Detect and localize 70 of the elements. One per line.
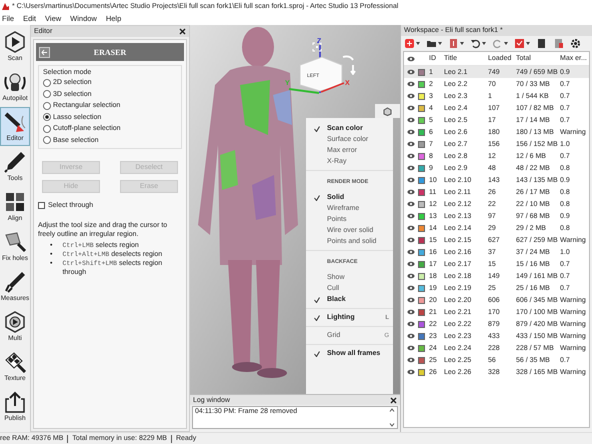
eye-icon[interactable] (406, 141, 415, 147)
check-icon (314, 296, 320, 302)
eye-icon[interactable] (406, 69, 415, 75)
scroll-up-icon[interactable] (389, 408, 395, 412)
radio-button[interactable] (43, 78, 51, 86)
eye-icon[interactable] (406, 309, 415, 315)
eye-icon[interactable] (406, 237, 415, 243)
upload-icon (4, 391, 26, 413)
settings-icon[interactable] (570, 38, 581, 49)
radio-button[interactable] (43, 113, 51, 121)
tool-title: ERASER (92, 48, 128, 56)
eye-icon[interactable] (406, 129, 415, 135)
eye-icon[interactable] (406, 56, 415, 62)
dropdown-caret-icon[interactable] (526, 42, 530, 45)
eye-icon[interactable] (406, 333, 415, 339)
checkbox[interactable] (38, 202, 45, 209)
eye-icon[interactable] (406, 93, 415, 99)
undo-icon[interactable] (470, 38, 481, 49)
eye-icon[interactable] (406, 117, 415, 123)
trowel-icon (4, 231, 26, 253)
knife-icon (4, 151, 26, 173)
eye-icon[interactable] (406, 177, 415, 183)
eye-icon[interactable] (406, 357, 415, 363)
eye-icon[interactable] (406, 165, 415, 171)
check-icon (314, 350, 320, 356)
hexagon-play-icon (4, 31, 26, 53)
radio-button[interactable] (43, 136, 51, 144)
eye-icon[interactable] (406, 297, 415, 303)
scroll-down-icon[interactable] (389, 423, 395, 427)
radio-button[interactable] (43, 124, 51, 132)
close-icon[interactable] (390, 396, 397, 404)
eye-icon[interactable] (406, 249, 415, 255)
eye-icon[interactable] (406, 189, 415, 195)
dropdown-caret-icon[interactable] (482, 42, 486, 45)
check-icon (314, 194, 320, 200)
eye-icon[interactable] (406, 285, 415, 291)
dropdown-caret-icon[interactable] (438, 42, 442, 45)
dropdown-caret-icon[interactable] (416, 42, 420, 45)
caliper-icon (4, 271, 26, 293)
eye-icon[interactable] (406, 273, 415, 279)
brush-icon (4, 111, 26, 133)
checker-icon (4, 351, 26, 373)
add-icon[interactable] (404, 38, 415, 49)
hexagon-play-icon (4, 311, 26, 333)
eye-icon[interactable] (406, 153, 415, 159)
folder-icon[interactable] (426, 38, 437, 49)
display-menu-button[interactable] (375, 104, 400, 118)
eye-icon[interactable] (406, 321, 415, 327)
eye-icon[interactable] (406, 261, 415, 267)
checklist-icon[interactable] (514, 38, 525, 49)
radio-button[interactable] (43, 90, 51, 98)
back-arrow-icon[interactable] (39, 46, 50, 58)
check-icon (314, 126, 320, 132)
eye-icon[interactable] (406, 369, 415, 375)
app-logo-icon (2, 2, 9, 10)
check-icon (314, 314, 320, 320)
eye-icon[interactable] (406, 105, 415, 111)
eye-icon[interactable] (406, 225, 415, 231)
close-icon[interactable] (179, 28, 186, 35)
robot-icon (4, 71, 26, 93)
eye-icon[interactable] (406, 81, 415, 87)
dropdown-caret-icon[interactable] (460, 42, 464, 45)
eye-icon[interactable] (406, 345, 415, 351)
eye-icon[interactable] (406, 201, 415, 207)
puzzle-icon (4, 191, 26, 213)
fit-view-icon[interactable] (312, 42, 322, 52)
cube-icon (383, 106, 392, 116)
eye-icon[interactable] (406, 213, 415, 219)
radio-button[interactable] (43, 102, 51, 110)
dropdown-caret-icon[interactable] (504, 42, 508, 45)
